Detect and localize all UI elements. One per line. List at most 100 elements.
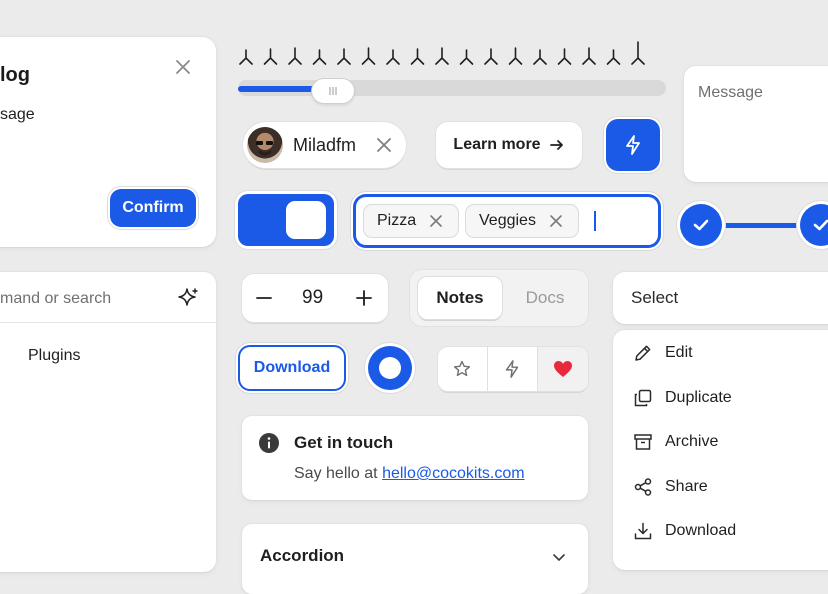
rating-star[interactable] bbox=[312, 49, 327, 65]
email-link[interactable]: hello@cocokits.com bbox=[382, 465, 525, 482]
tab-docs-label: Docs bbox=[525, 288, 565, 307]
alert-card: Get in touch Say hello at hello@cocokits… bbox=[242, 416, 588, 500]
command-item-plugins[interactable]: Plugins bbox=[28, 347, 80, 365]
select-field[interactable]: Select bbox=[613, 272, 828, 324]
menu-item-label: Download bbox=[665, 522, 737, 539]
heart-icon bbox=[553, 360, 573, 378]
remove-icon[interactable] bbox=[374, 135, 394, 155]
rating-star[interactable] bbox=[435, 47, 449, 65]
rating-stars-svg bbox=[239, 41, 645, 65]
star-icon[interactable] bbox=[453, 360, 471, 378]
command-search-input[interactable]: mand or search bbox=[0, 290, 111, 308]
menu-item-duplicate[interactable]: Duplicate bbox=[613, 376, 828, 420]
menu-item-download[interactable]: Download bbox=[613, 509, 828, 553]
menu-item-share[interactable]: Share bbox=[613, 465, 828, 509]
number-stepper[interactable]: 99 bbox=[242, 274, 388, 322]
message-placeholder: Message bbox=[698, 84, 763, 101]
tag-chip[interactable]: Pizza bbox=[364, 205, 458, 237]
accordion-title: Accordion bbox=[260, 546, 345, 565]
minus-icon[interactable] bbox=[254, 288, 274, 308]
select-label: Select bbox=[631, 288, 679, 307]
learn-more-label: Learn more bbox=[453, 136, 541, 153]
menu-item-edit[interactable]: Edit bbox=[613, 331, 828, 375]
divider bbox=[487, 347, 488, 391]
command-palette: mand or search Plugins bbox=[0, 272, 216, 572]
sparkle-icon[interactable] bbox=[177, 287, 199, 309]
icon-button-group bbox=[438, 347, 588, 391]
dropdown-menu: Edit Duplicate Archive Share Download bbox=[613, 330, 828, 570]
message-textarea[interactable]: Message bbox=[684, 66, 828, 182]
close-icon[interactable] bbox=[173, 57, 193, 77]
lightning-button[interactable] bbox=[606, 119, 660, 171]
lightning-icon bbox=[622, 134, 644, 156]
download-button[interactable]: Download bbox=[240, 347, 344, 389]
rating-stars[interactable] bbox=[238, 30, 666, 80]
accordion[interactable]: Accordion bbox=[242, 524, 588, 594]
confirm-button[interactable]: Confirm bbox=[110, 189, 196, 227]
toggle-switch[interactable] bbox=[238, 194, 334, 246]
rating-star[interactable] bbox=[631, 41, 645, 65]
dialog-message: sage bbox=[0, 106, 35, 123]
divider bbox=[0, 322, 216, 323]
tab-notes-label: Notes bbox=[436, 288, 484, 307]
alert-body: Say hello at hello@cocokits.com bbox=[294, 465, 525, 483]
rating-star[interactable] bbox=[508, 47, 523, 65]
pencil-icon bbox=[633, 343, 653, 363]
rating-star[interactable] bbox=[533, 49, 547, 65]
menu-item-label: Share bbox=[665, 478, 708, 495]
rating-star[interactable] bbox=[337, 48, 351, 65]
rating-star[interactable] bbox=[263, 48, 278, 65]
chevron-down-icon bbox=[550, 548, 568, 566]
dialog-title: log bbox=[0, 64, 30, 86]
toggle-knob bbox=[286, 201, 326, 239]
rating-star[interactable] bbox=[410, 48, 425, 65]
learn-more-button[interactable]: Learn more bbox=[436, 122, 582, 168]
remove-tag-icon[interactable] bbox=[548, 213, 564, 229]
rating-star[interactable] bbox=[239, 49, 253, 65]
rating-star[interactable] bbox=[484, 48, 498, 65]
radio-dot bbox=[379, 357, 401, 379]
dialog-card: log sage Confirm bbox=[0, 37, 216, 247]
info-icon bbox=[258, 432, 280, 454]
radio-button[interactable] bbox=[368, 346, 412, 390]
download-button-label: Download bbox=[253, 359, 331, 376]
user-chip-name: Miladfm bbox=[293, 135, 357, 155]
remove-tag-icon[interactable] bbox=[428, 213, 444, 229]
menu-item-label: Archive bbox=[665, 433, 719, 450]
arrow-right-icon bbox=[549, 137, 565, 153]
step-complete[interactable] bbox=[800, 204, 828, 246]
check-icon bbox=[691, 215, 711, 235]
tag-label: Pizza bbox=[377, 212, 417, 229]
slider-fill bbox=[238, 86, 318, 92]
rating-star[interactable] bbox=[557, 48, 572, 65]
rating-star[interactable] bbox=[606, 49, 621, 65]
tab-notes[interactable]: Notes bbox=[418, 277, 502, 319]
tags-input[interactable]: Pizza Veggies bbox=[356, 197, 658, 245]
rating-star[interactable] bbox=[582, 47, 596, 65]
stepper-value[interactable]: 99 bbox=[302, 287, 323, 309]
rating-star[interactable] bbox=[288, 47, 302, 65]
tag-label: Veggies bbox=[479, 212, 536, 229]
avatar bbox=[247, 127, 283, 163]
tag-chip[interactable]: Veggies bbox=[466, 205, 578, 237]
rating-star[interactable] bbox=[386, 49, 400, 65]
duplicate-icon bbox=[633, 388, 653, 408]
menu-item-label: Duplicate bbox=[665, 389, 732, 406]
rating-star[interactable] bbox=[459, 49, 474, 65]
alert-text: Say hello at bbox=[294, 465, 383, 482]
download-icon bbox=[633, 521, 653, 541]
check-icon bbox=[811, 215, 828, 235]
step-complete[interactable] bbox=[680, 204, 722, 246]
text-cursor bbox=[594, 211, 596, 231]
plus-icon[interactable] bbox=[354, 288, 374, 308]
lightning-icon[interactable] bbox=[502, 359, 522, 379]
menu-item-archive[interactable]: Archive bbox=[613, 420, 828, 464]
heart-button[interactable] bbox=[538, 347, 588, 391]
tabs: Notes Docs bbox=[410, 270, 588, 326]
share-icon bbox=[633, 477, 653, 497]
menu-item-label: Edit bbox=[665, 344, 693, 361]
rating-star[interactable] bbox=[361, 47, 376, 65]
slider-handle[interactable] bbox=[312, 79, 354, 103]
user-chip[interactable]: Miladfm bbox=[243, 122, 406, 168]
tab-docs[interactable]: Docs bbox=[506, 277, 584, 319]
